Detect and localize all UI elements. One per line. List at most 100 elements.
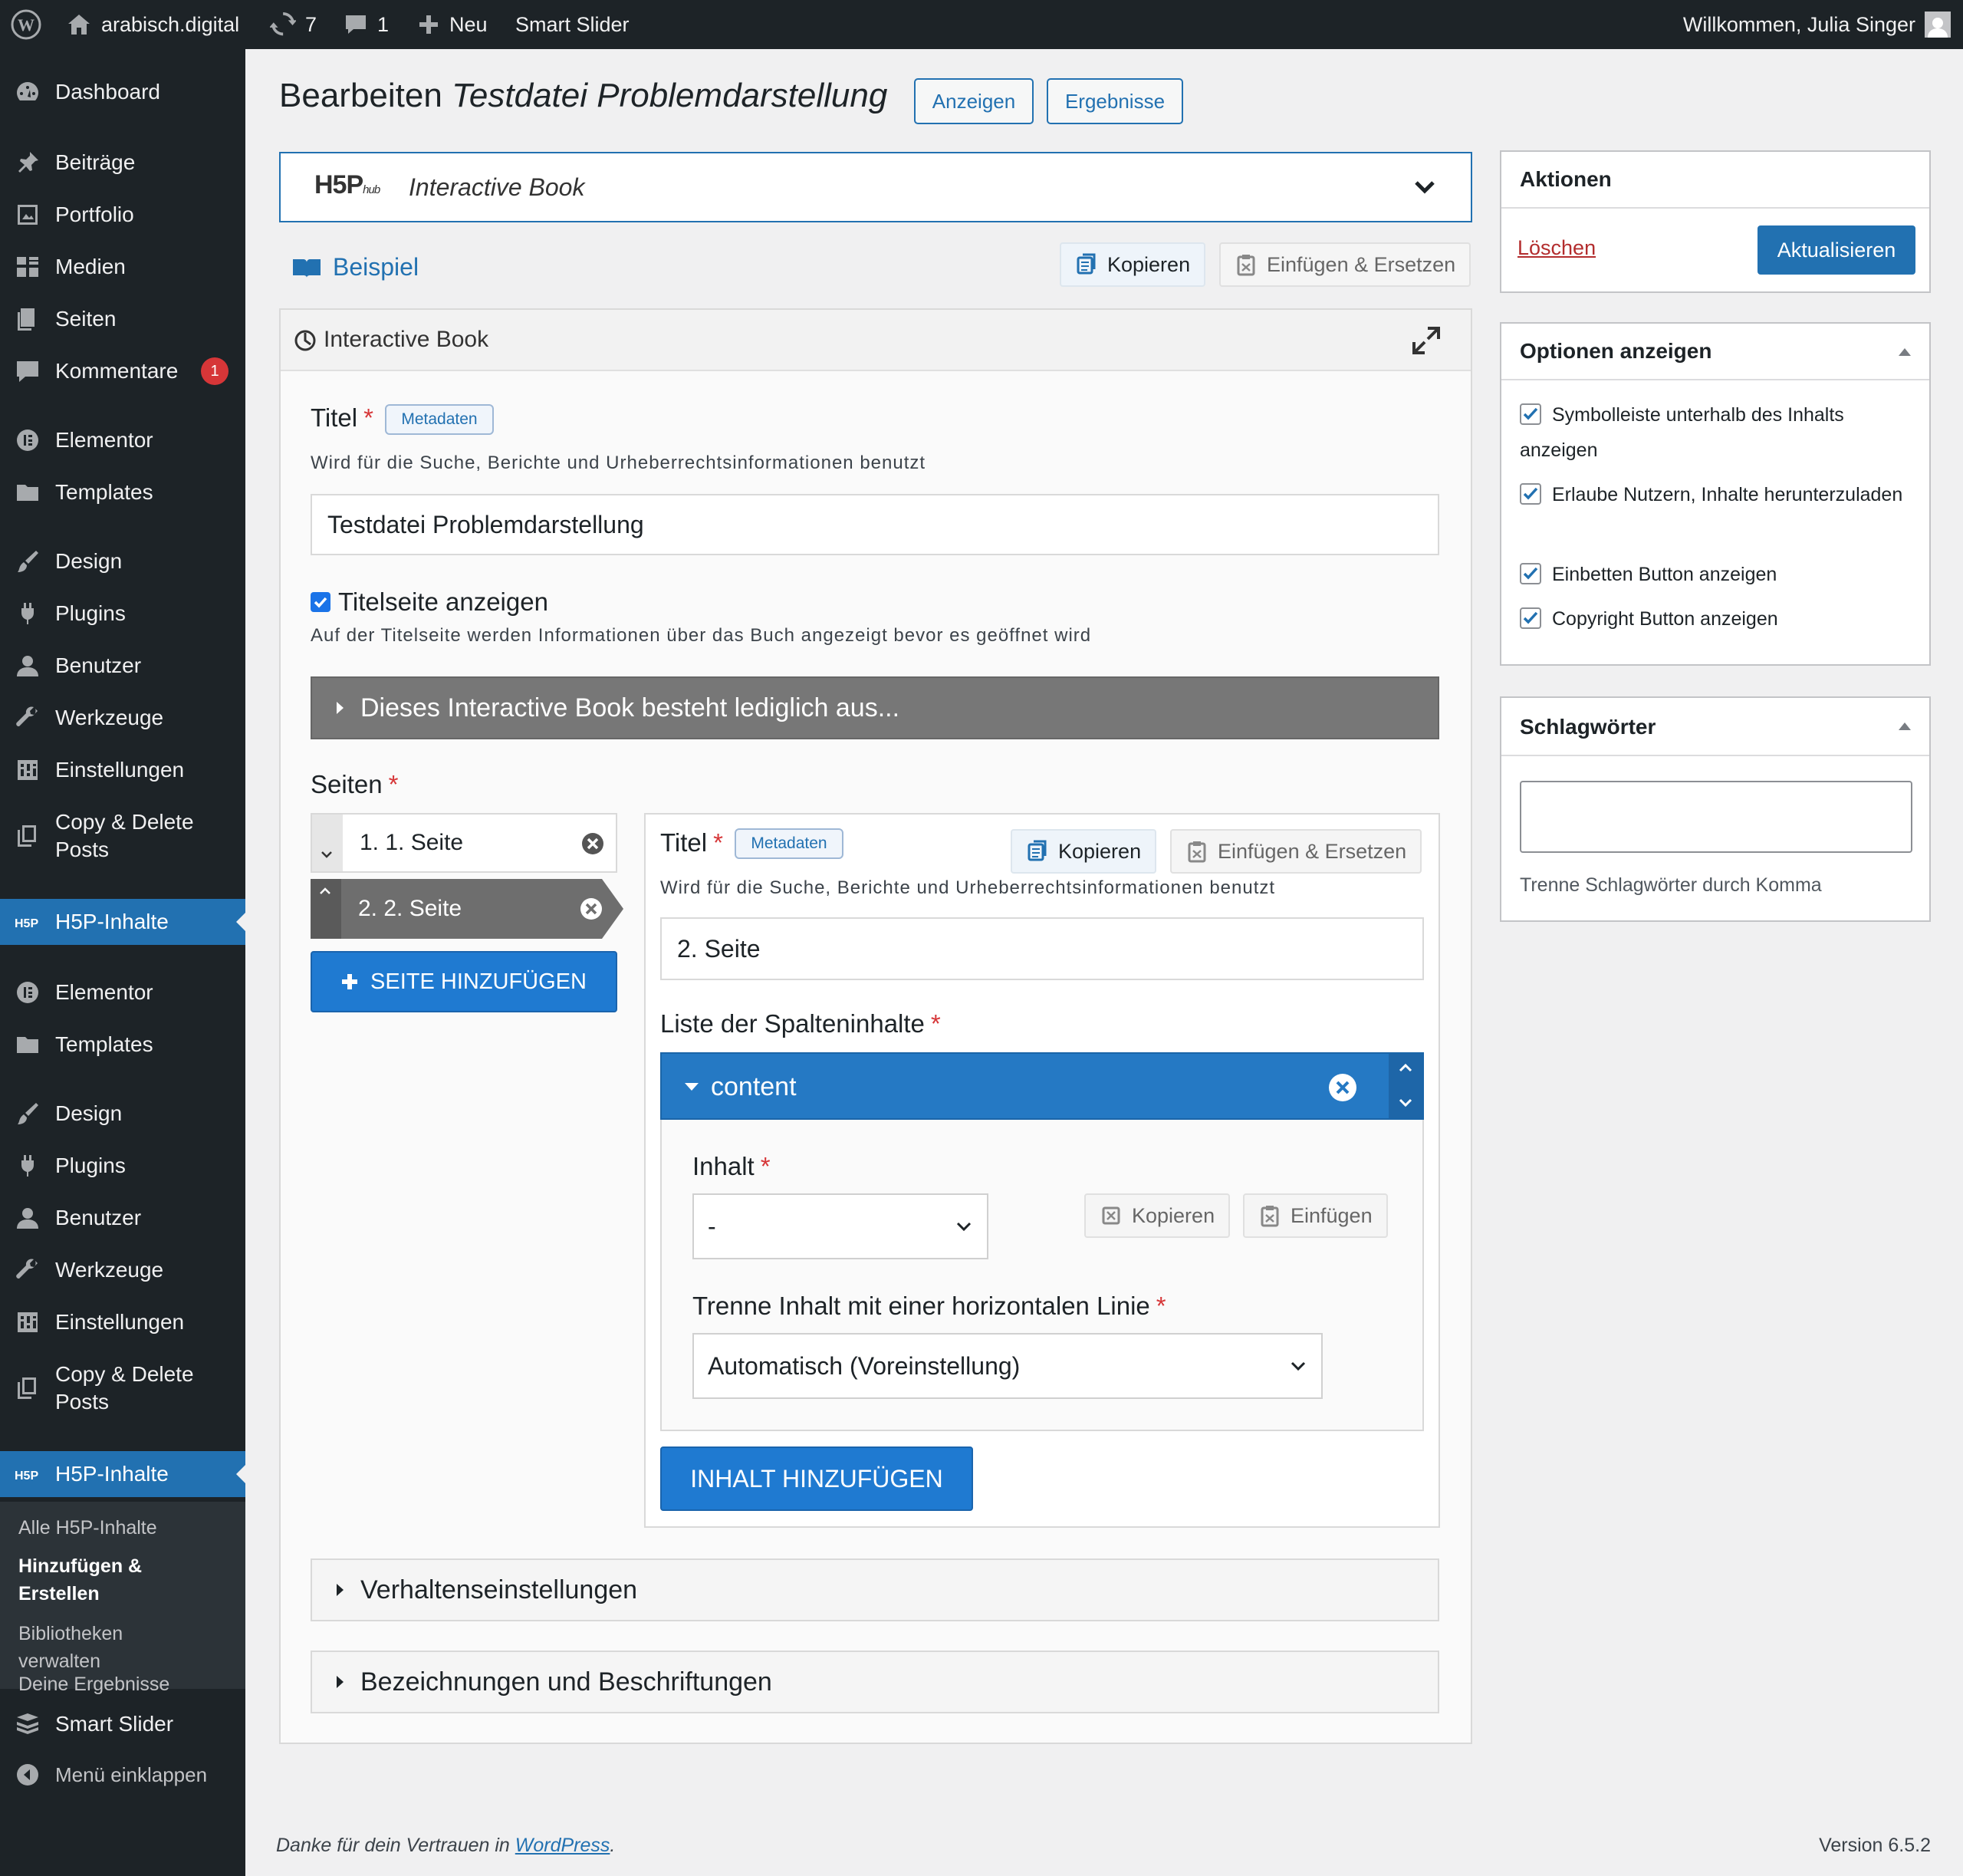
- reorder-handle[interactable]: [312, 815, 343, 871]
- submenu-item[interactable]: Deine Ergebnisse: [18, 1670, 187, 1698]
- copy-button[interactable]: Kopieren: [1060, 242, 1206, 287]
- chevron-down-icon[interactable]: [1414, 179, 1435, 196]
- sidebar-item-benutzer[interactable]: Benutzer: [0, 643, 245, 689]
- comment-count-badge: 1: [201, 357, 229, 385]
- page-title-input[interactable]: 2. Seite: [660, 917, 1424, 980]
- user-icon: [14, 652, 41, 680]
- add-page-button[interactable]: SEITE HINZUFÜGEN: [311, 951, 617, 1012]
- submenu-item[interactable]: Alle H5P-Inhalte: [18, 1514, 187, 1542]
- content-list-item-header[interactable]: content: [660, 1052, 1424, 1120]
- metadata-button[interactable]: Metadaten: [735, 828, 843, 859]
- display-option-checkbox[interactable]: Erlaube Nutzern, Inhalte herunterzuladen: [1520, 477, 1903, 512]
- title-field-label: Titel *: [311, 403, 373, 432]
- sidebar-item-design[interactable]: Design: [0, 538, 245, 584]
- display-option-checkbox[interactable]: Symbolleiste unterhalb des Inhalts anzei…: [1520, 397, 1903, 468]
- copy-button[interactable]: Kopieren: [1011, 829, 1157, 874]
- h5p-icon: H5P: [14, 908, 41, 936]
- sidebar-item-templates[interactable]: Templates: [0, 469, 245, 515]
- add-content-button[interactable]: INHALT HINZUFÜGEN: [660, 1446, 973, 1511]
- chevron-down-icon[interactable]: [1398, 1097, 1413, 1109]
- page-list-item[interactable]: 1. 1. Seite: [311, 813, 617, 873]
- title-input[interactable]: Testdatei Problemdarstellung: [311, 494, 1439, 555]
- paste-replace-button[interactable]: Einfügen & Ersetzen: [1219, 242, 1471, 287]
- view-button[interactable]: Anzeigen: [914, 78, 1034, 124]
- comments-link[interactable]: 1: [344, 0, 389, 49]
- sidebar-item-copy-delete-posts[interactable]: Copy & Delete Posts: [0, 805, 245, 867]
- wordpress-logo-icon[interactable]: W: [11, 0, 41, 49]
- sidebar-item-menü-einklappen[interactable]: Menü einklappen: [0, 1752, 245, 1798]
- sidebar-item-portfolio[interactable]: Portfolio: [0, 192, 245, 238]
- sidebar-item-einstellungen[interactable]: Einstellungen: [0, 1299, 245, 1345]
- sidebar-item-label: Smart Slider: [55, 1712, 174, 1736]
- results-button[interactable]: Ergebnisse: [1047, 78, 1183, 124]
- site-name-link[interactable]: arabisch.digital: [66, 0, 239, 49]
- cover-page-checkbox[interactable]: Titelseite anzeigen: [311, 587, 548, 617]
- pages-icon: [14, 305, 41, 333]
- folder-icon: [14, 1031, 41, 1058]
- sidebar-item-werkzeuge[interactable]: Werkzeuge: [0, 695, 245, 741]
- pages-label: Seiten *: [311, 770, 399, 798]
- copy-content-button[interactable]: Kopieren: [1084, 1193, 1231, 1238]
- fullscreen-icon[interactable]: [1411, 325, 1442, 356]
- page-list-item-active[interactable]: 2. 2. Seite: [311, 879, 623, 939]
- remove-page-icon[interactable]: [579, 897, 603, 921]
- metadata-button[interactable]: Metadaten: [385, 404, 494, 435]
- behaviour-settings-accordion[interactable]: Verhaltenseinstellungen: [311, 1558, 1439, 1621]
- sidebar-item-dashboard[interactable]: Dashboard: [0, 69, 245, 115]
- submenu-item[interactable]: Hinzufügen & Erstellen: [18, 1552, 187, 1608]
- example-link[interactable]: Beispiel: [291, 253, 419, 281]
- display-option-checkbox[interactable]: Copyright Button anzeigen: [1520, 601, 1903, 637]
- chevron-down-icon: [1291, 1361, 1306, 1371]
- labels-accordion[interactable]: Bezeichnungen und Beschriftungen: [311, 1651, 1439, 1713]
- sidebar-item-smart-slider[interactable]: Smart Slider: [0, 1701, 245, 1747]
- sidebar-item-templates[interactable]: Templates: [0, 1022, 245, 1068]
- sidebar-item-plugins[interactable]: Plugins: [0, 1143, 245, 1189]
- sidebar-item-design[interactable]: Design: [0, 1091, 245, 1137]
- separator-select[interactable]: Automatisch (Voreinstellung): [692, 1333, 1323, 1399]
- content-type-select[interactable]: -: [692, 1193, 988, 1259]
- wordpress-link[interactable]: WordPress: [515, 1835, 610, 1856]
- paste-content-button[interactable]: Einfügen: [1243, 1193, 1388, 1238]
- updates-link[interactable]: 7: [270, 0, 317, 49]
- sidebar-item-medien[interactable]: Medien: [0, 244, 245, 290]
- remove-page-icon[interactable]: [580, 831, 605, 856]
- media-icon: [14, 253, 41, 281]
- paste-replace-button[interactable]: Einfügen & Ersetzen: [1170, 829, 1422, 874]
- sidebar-item-plugins[interactable]: Plugins: [0, 591, 245, 637]
- sidebar-item-h5p-inhalte[interactable]: H5P H5P-Inhalte: [0, 899, 245, 945]
- update-button[interactable]: Aktualisieren: [1757, 225, 1915, 275]
- brush-icon: [14, 548, 41, 575]
- remove-content-icon[interactable]: [1327, 1072, 1358, 1103]
- sidebar-item-einstellungen[interactable]: Einstellungen: [0, 747, 245, 793]
- tags-textarea[interactable]: [1520, 781, 1912, 853]
- sidebar-item-elementor[interactable]: Elementor: [0, 417, 245, 463]
- submenu-item[interactable]: Bibliotheken verwalten: [18, 1620, 187, 1675]
- reorder-handle[interactable]: [311, 879, 341, 939]
- copy-icon: [1077, 253, 1096, 275]
- actions-box: Aktionen Löschen Aktualisieren: [1500, 150, 1931, 293]
- sidebar-item-benutzer[interactable]: Benutzer: [0, 1195, 245, 1241]
- copy-icon: [14, 822, 41, 850]
- h5p-hub-selector[interactable]: H5Phub Interactive Book: [279, 152, 1472, 222]
- tags-hint: Trenne Schlagwörter durch Komma: [1520, 874, 1822, 896]
- smart-slider-link[interactable]: Smart Slider: [515, 0, 630, 49]
- sidebar-item-elementor[interactable]: Elementor: [0, 969, 245, 1015]
- collapse-arrow-icon[interactable]: [1897, 347, 1912, 357]
- collapse-arrow-icon[interactable]: [1897, 721, 1912, 732]
- h5p-icon: H5P: [14, 1460, 41, 1488]
- sidebar-item-copy-delete-posts[interactable]: Copy & Delete Posts: [0, 1358, 245, 1419]
- sidebar-item-seiten[interactable]: Seiten: [0, 296, 245, 342]
- account-link[interactable]: Willkommen, Julia Singer: [1683, 0, 1951, 49]
- sidebar-item-h5p-inhalte[interactable]: H5P H5P-Inhalte: [0, 1451, 245, 1497]
- delete-link[interactable]: Löschen: [1517, 236, 1596, 260]
- sidebar-item-kommentare[interactable]: Kommentare 1: [0, 348, 245, 394]
- sidebar-item-werkzeuge[interactable]: Werkzeuge: [0, 1247, 245, 1293]
- display-option-checkbox[interactable]: Einbetten Button anzeigen: [1520, 557, 1903, 592]
- chevron-up-icon[interactable]: [1398, 1061, 1413, 1074]
- copy-disabled-icon: [1102, 1206, 1120, 1225]
- reorder-buttons[interactable]: [1389, 1054, 1422, 1118]
- display-options-box: Optionen anzeigen Symbolleiste unterhalb…: [1500, 322, 1931, 666]
- new-content-link[interactable]: Neu: [417, 0, 488, 49]
- cover-group-accordion[interactable]: Dieses Interactive Book besteht lediglic…: [311, 676, 1439, 739]
- sidebar-item-beiträge[interactable]: Beiträge: [0, 140, 245, 186]
